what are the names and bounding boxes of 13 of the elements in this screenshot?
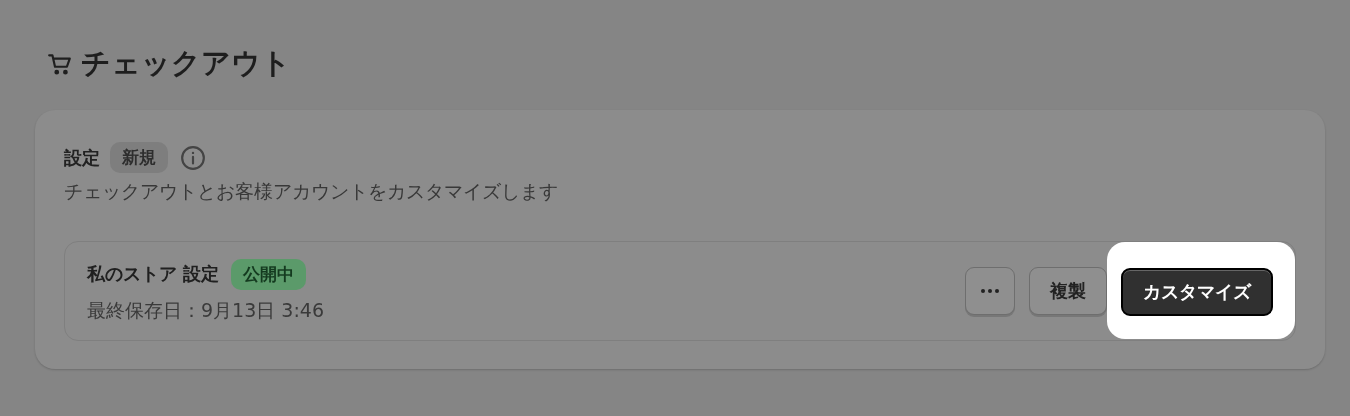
page-title: チェックアウト (81, 45, 291, 82)
dots-icon (980, 288, 1000, 294)
last-saved-text: 最終保存日：9月13日 3:46 (87, 297, 324, 323)
status-badge: 公開中 (231, 258, 307, 290)
theme-name: 私のストア 設定 (87, 262, 220, 286)
new-badge: 新規 (110, 142, 168, 173)
cart-icon (47, 51, 73, 77)
more-button[interactable] (965, 267, 1015, 315)
info-icon[interactable] (180, 144, 206, 171)
section-heading: 設定 (64, 145, 100, 170)
customize-button[interactable]: カスタマイズ (1121, 267, 1273, 316)
section-description: チェックアウトとお客様アカウントをカスタマイズします (64, 179, 559, 204)
duplicate-button[interactable]: 複製 (1029, 267, 1107, 315)
